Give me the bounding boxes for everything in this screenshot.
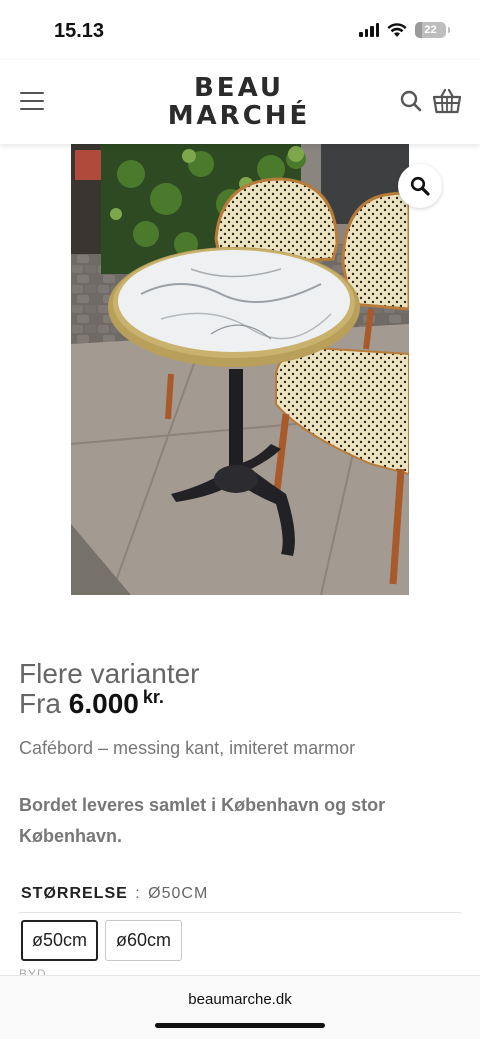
menu-icon[interactable] [20, 92, 44, 110]
site-header: BEAU MARCHÉ [0, 60, 480, 144]
product-description: Bordet leveres samlet i København og sto… [19, 795, 386, 846]
price-value: 6.000 [68, 688, 139, 719]
size-label-row: STØRRELSE : Ø50CM [21, 885, 208, 903]
battery-level: 22 [424, 24, 437, 36]
logo-line-1: BEAU [193, 73, 284, 103]
product-image[interactable] [71, 144, 409, 595]
logo-line-2: MARCHÉ [167, 101, 311, 131]
divider [19, 912, 461, 913]
size-option-50cm[interactable]: ø50cm [21, 920, 99, 961]
status-bar: 15.13 22 [0, 0, 480, 60]
battery-icon: 22 [415, 22, 450, 38]
size-selected-value: Ø50CM [148, 885, 209, 902]
browser-url-bar[interactable]: beaumarche.dk [0, 975, 480, 1039]
cart-icon[interactable] [432, 86, 462, 116]
url-text[interactable]: beaumarche.dk [0, 991, 480, 1008]
status-time: 15.13 [54, 20, 105, 42]
cellular-signal-icon [359, 23, 379, 37]
size-separator: : [135, 885, 141, 902]
size-label: STØRRELSE [21, 885, 128, 902]
variants-heading: Flere varianter [19, 658, 200, 689]
search-icon[interactable] [400, 90, 422, 112]
brand-logo[interactable]: BEAU MARCHÉ [148, 66, 330, 138]
zoom-icon[interactable] [398, 164, 442, 208]
price-row: Fra 6.000 kr. [19, 687, 164, 720]
wifi-icon [387, 22, 407, 37]
product-subtitle: Cafébord – messing kant, imiteret marmor [19, 738, 356, 758]
size-options: ø50cm ø60cm [21, 920, 183, 961]
size-option-60cm[interactable]: ø60cm [105, 920, 183, 961]
price-prefix: Fra [19, 688, 61, 719]
home-indicator[interactable] [155, 1023, 325, 1028]
price-currency: kr. [142, 687, 164, 707]
status-icons: 22 [359, 22, 450, 38]
